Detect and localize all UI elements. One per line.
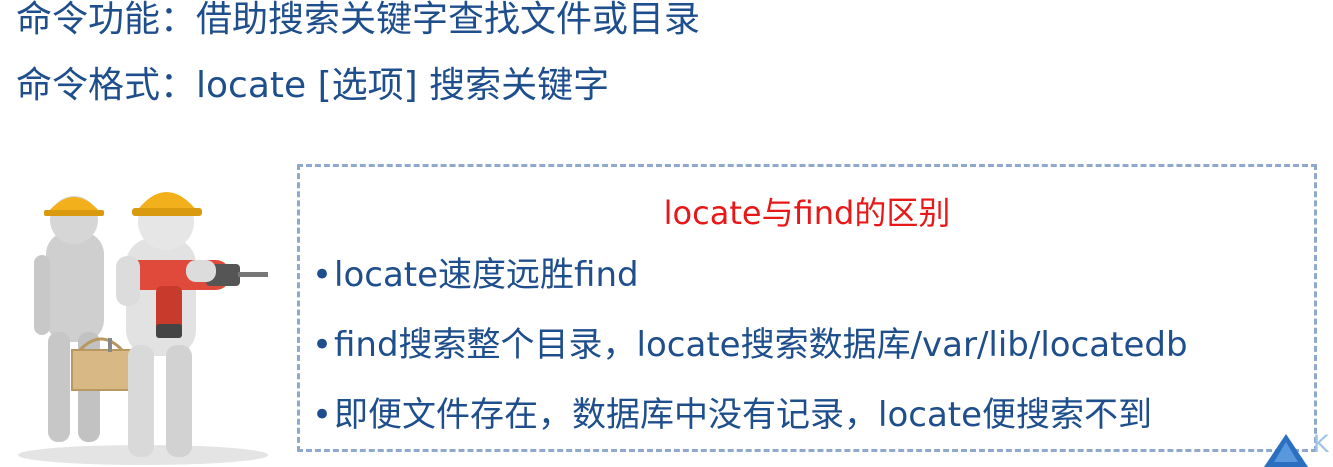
list-item-text: find搜索整个目录，locate搜索数据库/var/lib/locatedb (334, 325, 1188, 365)
nav-up-triangle-icon[interactable] (1262, 432, 1310, 467)
bullet-icon: • (312, 255, 333, 295)
list-item: •locate速度远胜find (312, 258, 639, 292)
command-function-line: 命令功能：借助搜索关键字查找文件或目录 (16, 0, 701, 40)
command-format-line: 命令格式：locate [选项] 搜索关键字 (16, 65, 610, 106)
comparison-title: locate与find的区别 (663, 194, 951, 232)
front-worker-figure (116, 192, 268, 457)
list-item-text: locate速度远胜find (334, 255, 639, 295)
nav-k-icon[interactable]: K (1313, 432, 1329, 456)
workers-illustration (18, 192, 268, 465)
list-item: •即便文件存在，数据库中没有记录，locate便搜索不到 (312, 398, 1152, 432)
back-worker-figure (34, 196, 104, 442)
bullet-icon: • (312, 395, 333, 435)
list-item: •find搜索整个目录，locate搜索数据库/var/lib/locatedb (312, 328, 1188, 362)
bullet-icon: • (312, 325, 333, 365)
list-item-text: 即便文件存在，数据库中没有记录，locate便搜索不到 (334, 395, 1153, 435)
